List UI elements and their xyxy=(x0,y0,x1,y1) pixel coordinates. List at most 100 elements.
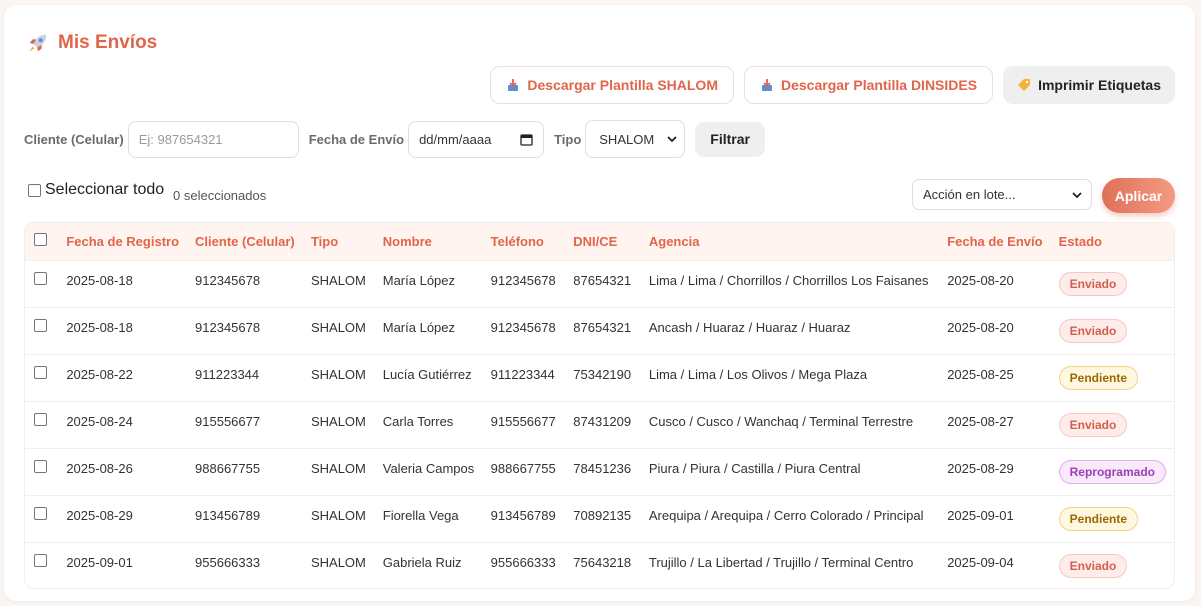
cell-registro: 2025-08-22 xyxy=(66,366,133,382)
cell-telefono: 912345678 xyxy=(490,272,556,288)
type-select[interactable]: SHALOM xyxy=(585,120,686,158)
download-shalom-label: Descargar Plantilla SHALOM xyxy=(527,77,718,93)
type-filter-label: Tipo xyxy=(554,131,582,147)
cell-dni: 70892135 xyxy=(573,507,632,523)
cell-tipo: SHALOM xyxy=(310,507,366,523)
cell-nombre: Valeria Campos xyxy=(382,460,475,476)
tag-icon xyxy=(1018,79,1031,91)
cell-estado: Pendiente xyxy=(1051,354,1174,401)
table-row[interactable]: 2025-08-18 912345678 SHALOM María López 9123… xyxy=(25,260,1174,307)
cell-agencia: Arequipa / Arequipa / Cerro Colorado / P… xyxy=(648,507,924,523)
cell-estado: Enviado xyxy=(1051,307,1174,354)
cell-telefono: 912345678 xyxy=(490,319,556,335)
cell-estado: Reprogramado xyxy=(1051,448,1174,495)
column-header[interactable]: DNI/CE xyxy=(565,223,641,260)
row-checkbox[interactable] xyxy=(34,459,47,473)
column-header[interactable]: Teléfono xyxy=(483,223,566,260)
status-badge: Enviado xyxy=(1058,412,1128,437)
cell-tipo: SHALOM xyxy=(310,460,366,476)
select-all-checkbox[interactable] xyxy=(28,183,41,197)
page-title-text: Mis Envíos xyxy=(58,32,158,53)
cell-nombre: Carla Torres xyxy=(382,413,454,429)
filter-button[interactable]: Filtrar xyxy=(695,121,765,157)
cell-cliente: 915556677 xyxy=(195,413,261,429)
selected-count: 0 seleccionados xyxy=(173,188,267,203)
row-checkbox[interactable] xyxy=(34,271,47,285)
bulk-action-select[interactable]: Acción en lote... xyxy=(912,179,1092,210)
send-date-value: dd/mm/aaaa xyxy=(419,131,492,147)
print-labels-button[interactable]: Imprimir Etiquetas xyxy=(1003,66,1175,104)
row-checkbox-cell xyxy=(25,401,58,448)
cell-dni: 87431209 xyxy=(573,413,632,429)
row-checkbox[interactable] xyxy=(34,318,47,332)
cell-telefono: 913456789 xyxy=(490,507,556,523)
table-row[interactable]: 2025-09-01 955666333 SHALOM Gabriela Ruiz 95… xyxy=(25,542,1174,588)
table-row[interactable]: 2025-08-22 911223344 SHALOM Lucía Gutiérrez… xyxy=(25,354,1174,401)
cell-tipo: SHALOM xyxy=(310,554,366,570)
bulk-action-value: Acción en lote... xyxy=(923,187,1016,202)
cell-nombre: Gabriela Ruiz xyxy=(382,554,462,570)
apply-button[interactable]: Aplicar xyxy=(1102,178,1175,213)
table-row[interactable]: 2025-08-18 912345678 SHALOM María López 9123… xyxy=(25,307,1174,354)
cell-telefono: 988667755 xyxy=(490,460,556,476)
cell-envio: 2025-08-20 xyxy=(947,272,1014,288)
status-badge: Pendiente xyxy=(1058,506,1138,531)
column-header[interactable]: Estado xyxy=(1051,223,1174,260)
status-badge: Enviado xyxy=(1058,271,1128,296)
cell-cliente: 911223344 xyxy=(195,366,260,382)
cell-nombre: María López xyxy=(382,272,456,288)
row-checkbox-cell xyxy=(25,495,58,542)
row-checkbox-cell xyxy=(25,260,58,307)
cell-estado: Enviado xyxy=(1051,542,1174,588)
header-checkbox[interactable] xyxy=(34,233,47,247)
select-all[interactable]: Seleccionar todo xyxy=(28,181,164,199)
client-phone-input[interactable]: Ej: 987654321 xyxy=(127,120,299,158)
cell-nombre: Fiorella Vega xyxy=(382,507,459,523)
row-checkbox[interactable] xyxy=(34,412,47,426)
download-icon xyxy=(762,79,772,91)
cell-registro: 2025-08-24 xyxy=(66,413,133,429)
header-checkbox-cell xyxy=(25,223,58,260)
row-checkbox[interactable] xyxy=(34,365,47,379)
column-header[interactable]: Nombre xyxy=(375,223,483,260)
selection-bar: Seleccionar todo 0 seleccionados Acción … xyxy=(24,178,1175,213)
table-row[interactable]: 2025-08-29 913456789 SHALOM Fiorella Vega 91… xyxy=(25,495,1174,542)
column-header[interactable]: Fecha de Registro xyxy=(58,223,187,260)
cell-tipo: SHALOM xyxy=(310,272,366,288)
cell-estado: Enviado xyxy=(1051,401,1174,448)
shipments-table: Fecha de Registro Cliente (Celular) Tipo… xyxy=(24,222,1175,589)
cell-tipo: SHALOM xyxy=(310,413,366,429)
row-checkbox[interactable] xyxy=(34,553,47,567)
status-badge: Pendiente xyxy=(1058,365,1138,390)
row-checkbox-cell xyxy=(25,542,58,588)
column-header[interactable]: Agencia xyxy=(641,223,939,260)
row-checkbox[interactable] xyxy=(34,506,47,520)
calendar-icon[interactable] xyxy=(520,133,533,146)
print-labels-label: Imprimir Etiquetas xyxy=(1038,77,1161,93)
download-dinsides-button[interactable]: Descargar Plantilla DINSIDES xyxy=(744,66,994,104)
cell-cliente: 955666333 xyxy=(195,554,261,570)
table-row[interactable]: 2025-08-26 988667755 SHALOM Valeria Campos 9… xyxy=(25,448,1174,495)
cell-cliente: 913456789 xyxy=(195,507,261,523)
download-icon xyxy=(508,79,519,91)
cell-registro: 2025-08-18 xyxy=(66,272,133,288)
column-header[interactable]: Tipo xyxy=(303,223,375,260)
type-select-value: SHALOM xyxy=(599,131,655,147)
cell-agencia: Lima / Lima / Los Olivos / Mega Plaza xyxy=(648,366,868,382)
cell-cliente: 912345678 xyxy=(195,319,261,335)
cell-envio: 2025-08-25 xyxy=(947,366,1014,382)
column-header[interactable]: Cliente (Celular) xyxy=(187,223,303,260)
send-date-input[interactable]: dd/mm/aaaa xyxy=(408,120,545,158)
cell-telefono: 915556677 xyxy=(490,413,556,429)
column-header[interactable]: Fecha de Envío xyxy=(939,223,1050,260)
table-row[interactable]: 2025-08-24 915556677 SHALOM Carla Torres 915… xyxy=(25,401,1174,448)
download-shalom-button[interactable]: Descargar Plantilla SHALOM xyxy=(490,66,734,104)
shipments-card: Mis Envíos Descargar Plantilla SHALOM De… xyxy=(4,5,1195,601)
download-dinsides-label: Descargar Plantilla DINSIDES xyxy=(781,77,978,93)
cell-dni: 87654321 xyxy=(573,272,632,288)
status-badge: Enviado xyxy=(1058,553,1128,578)
cell-registro: 2025-08-18 xyxy=(66,319,133,335)
select-all-label: Seleccionar todo xyxy=(45,181,165,198)
cell-agencia: Trujillo / La Libertad / Trujillo / Term… xyxy=(648,554,914,570)
status-badge: Reprogramado xyxy=(1058,459,1166,484)
